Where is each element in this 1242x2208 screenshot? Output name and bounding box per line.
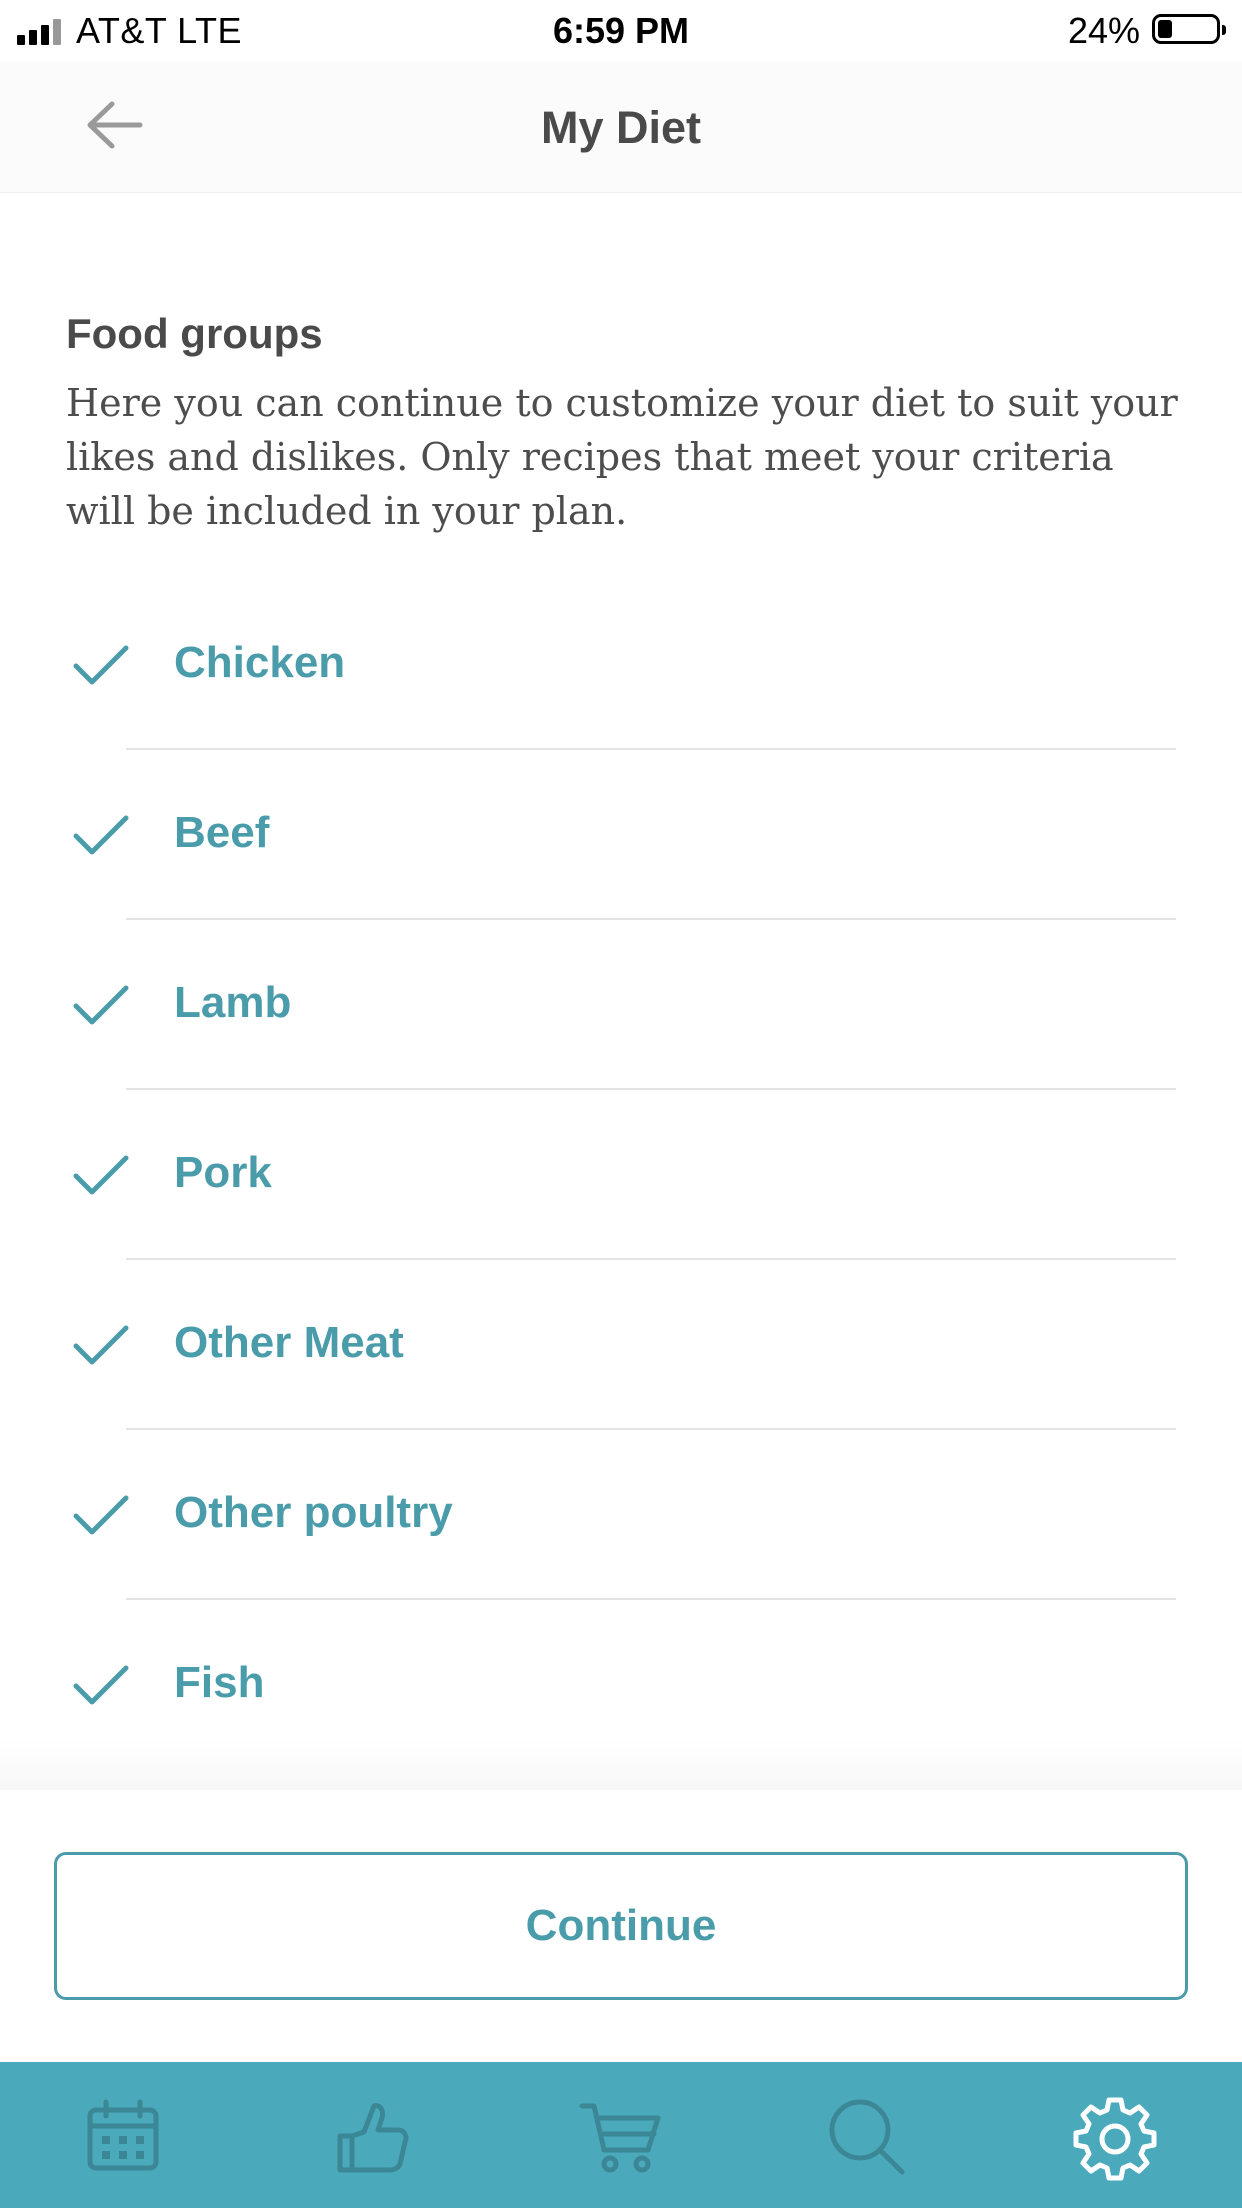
gear-icon <box>1073 2097 1157 2181</box>
food-group-label: Chicken <box>174 638 346 687</box>
food-group-item-pork[interactable]: Pork <box>0 1090 1242 1260</box>
battery-icon <box>1152 14 1226 44</box>
checkmark-icon <box>73 1325 129 1365</box>
cart-icon <box>579 2103 661 2173</box>
checkmark-icon <box>73 985 129 1025</box>
food-group-item-lamb[interactable]: Lamb <box>0 920 1242 1090</box>
food-group-label: Lamb <box>174 978 292 1027</box>
calendar-icon <box>87 2099 159 2171</box>
thumbs-up-icon <box>337 2103 409 2173</box>
status-time: 6:59 PM <box>552 10 690 51</box>
page-title: My Diet <box>540 102 702 153</box>
tab-shopping[interactable] <box>576 2092 666 2182</box>
scroll-fade <box>0 1740 1242 1790</box>
checkmark-icon <box>73 815 129 855</box>
food-groups-list: Chicken Beef Lamb Pork Other Meat Other … <box>0 580 1242 1770</box>
battery-percent: 24% <box>1067 10 1140 51</box>
footer: Continue <box>0 1790 1242 2062</box>
food-group-item-other-poultry[interactable]: Other poultry <box>0 1430 1242 1600</box>
status-bar: AT&T LTE 6:59 PM 24% <box>0 0 1242 62</box>
checkmark-icon <box>73 1155 129 1195</box>
tab-settings[interactable] <box>1070 2092 1160 2182</box>
tab-search[interactable] <box>822 2092 912 2182</box>
food-group-item-other-meat[interactable]: Other Meat <box>0 1260 1242 1430</box>
checkmark-icon <box>73 1665 129 1705</box>
food-group-label: Beef <box>174 808 270 857</box>
section-title: Food groups <box>66 310 323 357</box>
continue-button[interactable]: Continue <box>54 1852 1188 2000</box>
section-description: Here you can continue to customize your … <box>66 381 1178 533</box>
tab-bar <box>0 2062 1242 2208</box>
tab-calendar[interactable] <box>78 2092 168 2182</box>
food-group-label: Other Meat <box>174 1318 404 1367</box>
search-icon <box>829 2099 905 2175</box>
checkmark-icon <box>73 1495 129 1535</box>
food-group-label: Other poultry <box>174 1488 453 1537</box>
food-group-item-chicken[interactable]: Chicken <box>0 580 1242 750</box>
food-group-label: Pork <box>174 1148 272 1197</box>
food-group-item-beef[interactable]: Beef <box>0 750 1242 920</box>
food-group-label: Fish <box>174 1658 265 1707</box>
tab-favorites[interactable] <box>328 2092 418 2182</box>
checkmark-icon <box>73 645 129 685</box>
nav-bar: My Diet <box>0 62 1242 193</box>
